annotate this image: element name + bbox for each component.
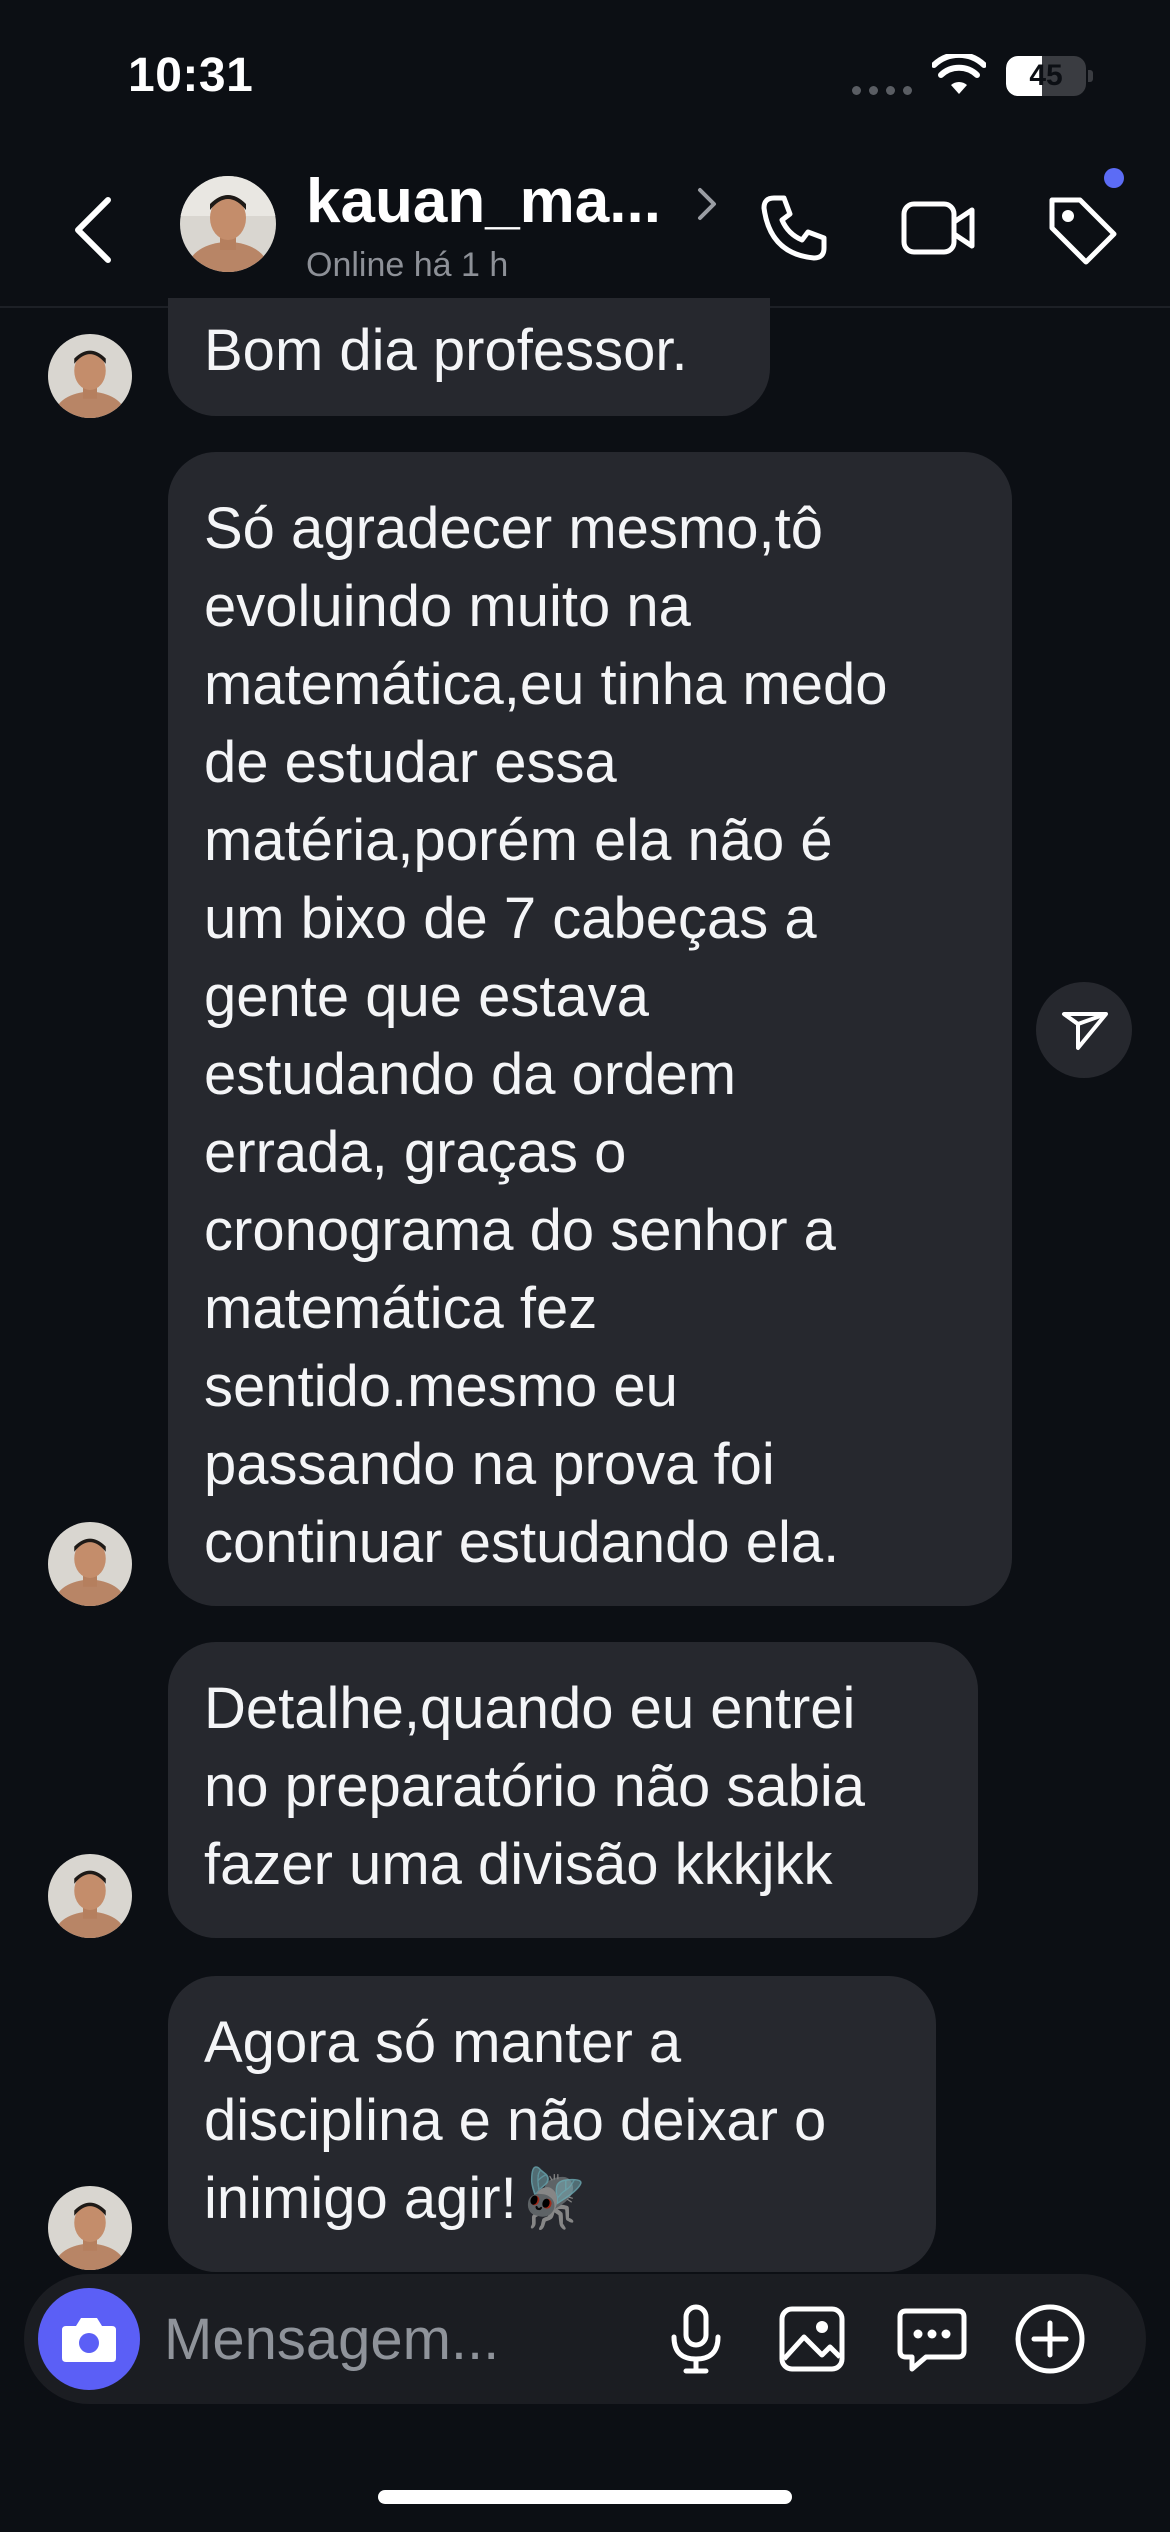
presence-status: Online há 1 h: [306, 246, 509, 284]
wifi-icon: [932, 54, 986, 94]
message-text: de estudar essa: [204, 730, 617, 795]
battery-cap: [1088, 70, 1093, 82]
message-text: Bom dia professor.: [204, 318, 688, 383]
paper-plane-icon: [1062, 1012, 1108, 1050]
message-text: evoluindo muito na: [204, 574, 691, 639]
video-camera-icon[interactable]: [896, 186, 980, 270]
message-text: fazer uma divisão kkkjkk: [204, 1832, 833, 1897]
message-text: cronograma do senhor a: [204, 1198, 836, 1263]
message-text: gente que estava: [204, 964, 650, 1029]
message-bubble[interactable]: Bom dia professor.: [168, 298, 770, 416]
message-bubble[interactable]: Detalhe,quando eu entrei no preparatório…: [168, 1642, 978, 1938]
chat-header: kauan_ma... Online há 1 h: [0, 150, 1170, 308]
camera-button[interactable]: [38, 2288, 140, 2390]
message-text: estudando da ordem: [204, 1042, 737, 1107]
microphone-icon[interactable]: [654, 2297, 738, 2381]
message-text: um bixo de 7 cabeças a: [204, 886, 817, 951]
message-text: matemática fez: [204, 1276, 598, 1341]
message-bubble[interactable]: Só agradecer mesmo,tô evoluindo muito na…: [168, 452, 1012, 1606]
message-text: errada, graças o: [204, 1120, 627, 1185]
share-button[interactable]: [1036, 982, 1132, 1078]
message-text: Agora só manter a: [204, 2010, 682, 2075]
avatar-image: [48, 1854, 132, 1938]
battery-percent: 45: [1029, 59, 1063, 92]
message-text: passando na prova foi: [204, 1432, 775, 1497]
battery-icon: 45: [1006, 56, 1086, 96]
message-text: sentido.mesmo eu: [204, 1354, 678, 1419]
message-text: continuar estudando ela.: [204, 1510, 840, 1575]
message-bubble[interactable]: Agora só manter a disciplina e não deixa…: [168, 1976, 936, 2272]
avatar-image: [48, 1522, 132, 1606]
chevron-right-icon[interactable]: [694, 184, 720, 224]
status-bar: 10:31 45: [0, 0, 1170, 150]
message-text: no preparatório não sabia: [204, 1754, 866, 1819]
contact-name[interactable]: kauan_ma...: [306, 166, 661, 237]
home-indicator: [378, 2490, 792, 2504]
avatar[interactable]: [180, 176, 276, 272]
avatar-image: [48, 2186, 132, 2270]
camera-icon: [62, 2318, 116, 2362]
chevron-left-icon[interactable]: [64, 192, 124, 268]
message-text: matéria,porém ela não é: [204, 808, 833, 873]
message-input[interactable]: [164, 2296, 564, 2382]
avatar-image: [48, 334, 132, 418]
signal-dots-icon: [852, 86, 912, 95]
plus-circle-icon[interactable]: [1008, 2297, 1092, 2381]
message-composer: [24, 2274, 1146, 2404]
avatar[interactable]: [48, 1854, 132, 1938]
message-text: inimigo agir!🪰: [204, 2166, 589, 2231]
message-text: Só agradecer mesmo,tô: [204, 496, 823, 561]
message-text: disciplina e não deixar o: [204, 2088, 827, 2153]
message-text: matemática,eu tinha medo: [204, 652, 888, 717]
avatar[interactable]: [48, 334, 132, 418]
avatar[interactable]: [48, 1522, 132, 1606]
notification-dot: [1104, 168, 1124, 188]
phone-icon[interactable]: [752, 186, 836, 270]
tag-icon[interactable]: [1040, 186, 1124, 270]
image-icon[interactable]: [770, 2297, 854, 2381]
status-time: 10:31: [128, 49, 254, 102]
chat-bubble-icon[interactable]: [890, 2297, 974, 2381]
message-text: Detalhe,quando eu entrei: [204, 1676, 856, 1741]
avatar[interactable]: [48, 2186, 132, 2270]
avatar-image: [180, 176, 276, 272]
